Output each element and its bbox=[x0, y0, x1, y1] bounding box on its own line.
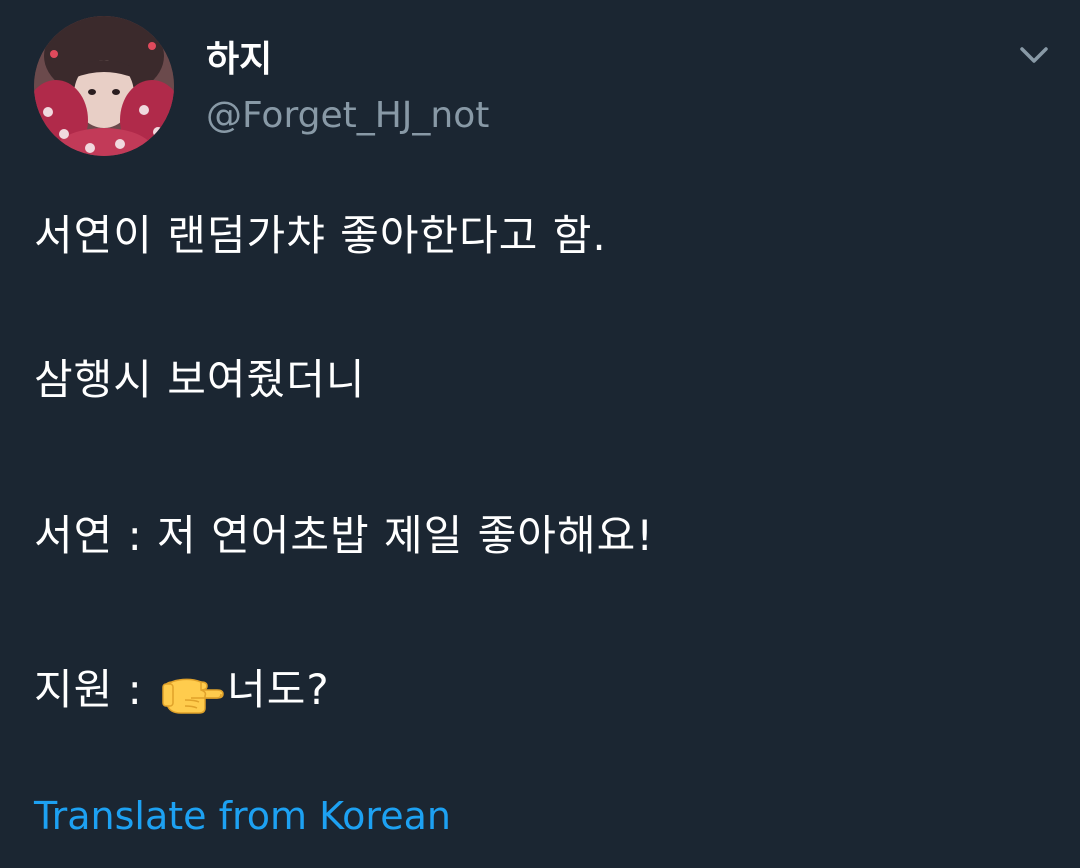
tweet-text-suffix: 너도? bbox=[227, 665, 330, 714]
avatar-photo bbox=[34, 16, 174, 156]
tweet-text-line: 서연 : 저 연어초밥 제일 좋아해요! bbox=[34, 511, 655, 560]
chevron-down-icon[interactable] bbox=[1014, 40, 1054, 70]
backhand-index-pointing-right-icon bbox=[161, 666, 225, 716]
author-handle[interactable]: @Forget_HJ_not bbox=[206, 94, 489, 138]
author-display-name[interactable]: 하지 bbox=[206, 38, 272, 82]
tweet-card: 하지 @Forget_HJ_not 서연이 랜덤가챠 좋아한다고 함. 삼행시 … bbox=[0, 0, 1080, 868]
avatar[interactable] bbox=[34, 16, 174, 156]
tweet-text-line: 서연이 랜덤가챠 좋아한다고 함. bbox=[34, 211, 607, 260]
tweet-text-line: 지원 : 너도? bbox=[34, 662, 330, 718]
tweet-text-prefix: 지원 : bbox=[34, 665, 158, 714]
translate-link[interactable]: Translate from Korean bbox=[34, 792, 451, 840]
tweet-text-line: 삼행시 보여줬더니 bbox=[34, 355, 366, 404]
